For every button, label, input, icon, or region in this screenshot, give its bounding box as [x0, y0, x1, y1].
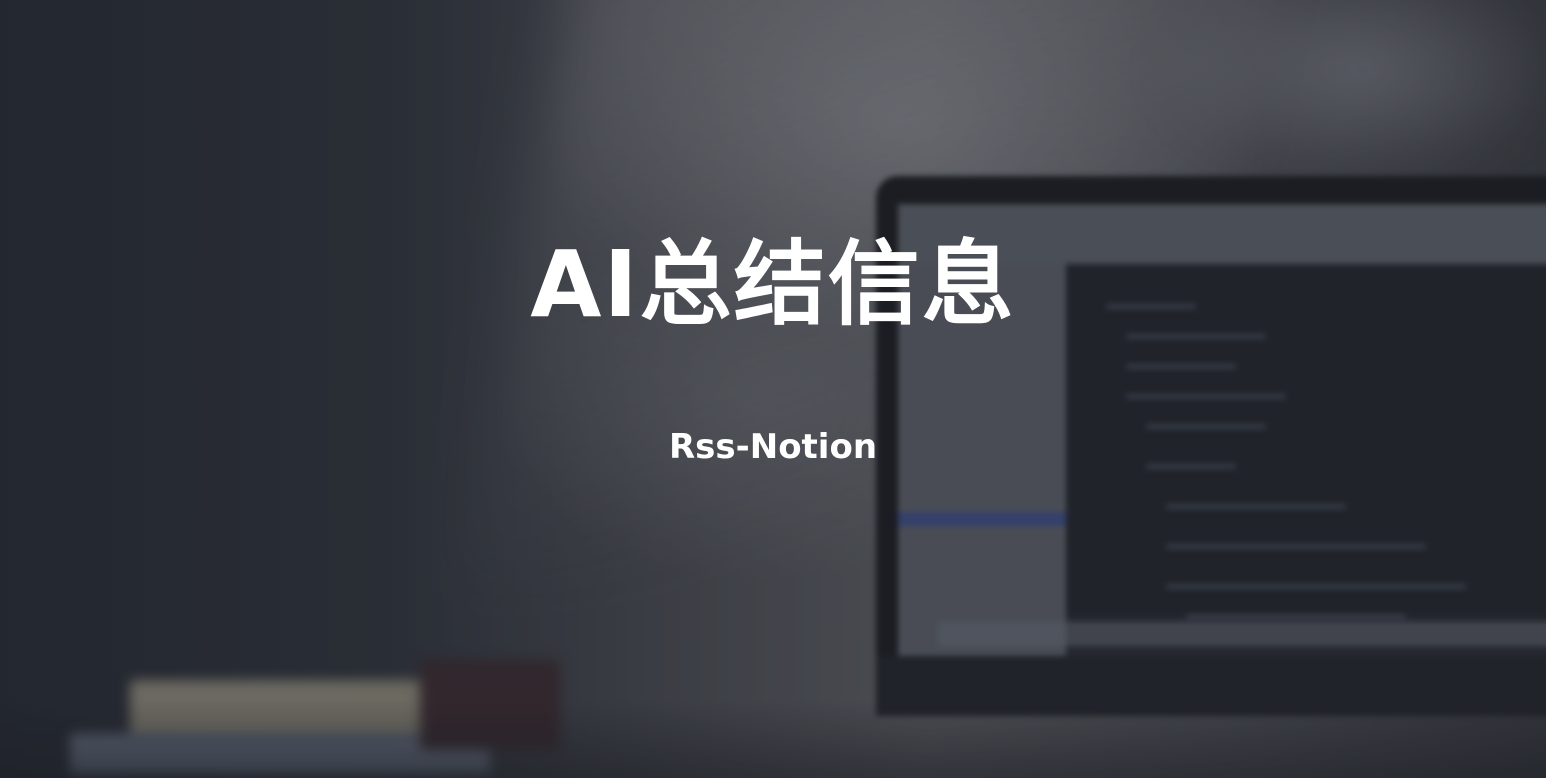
page-subtitle: Rss-Notion: [668, 427, 878, 467]
page-title: AI总结信息: [530, 231, 1016, 338]
hero-banner: AI总结信息 Rss-Notion: [0, 0, 1546, 778]
dark-overlay: [0, 0, 1546, 778]
